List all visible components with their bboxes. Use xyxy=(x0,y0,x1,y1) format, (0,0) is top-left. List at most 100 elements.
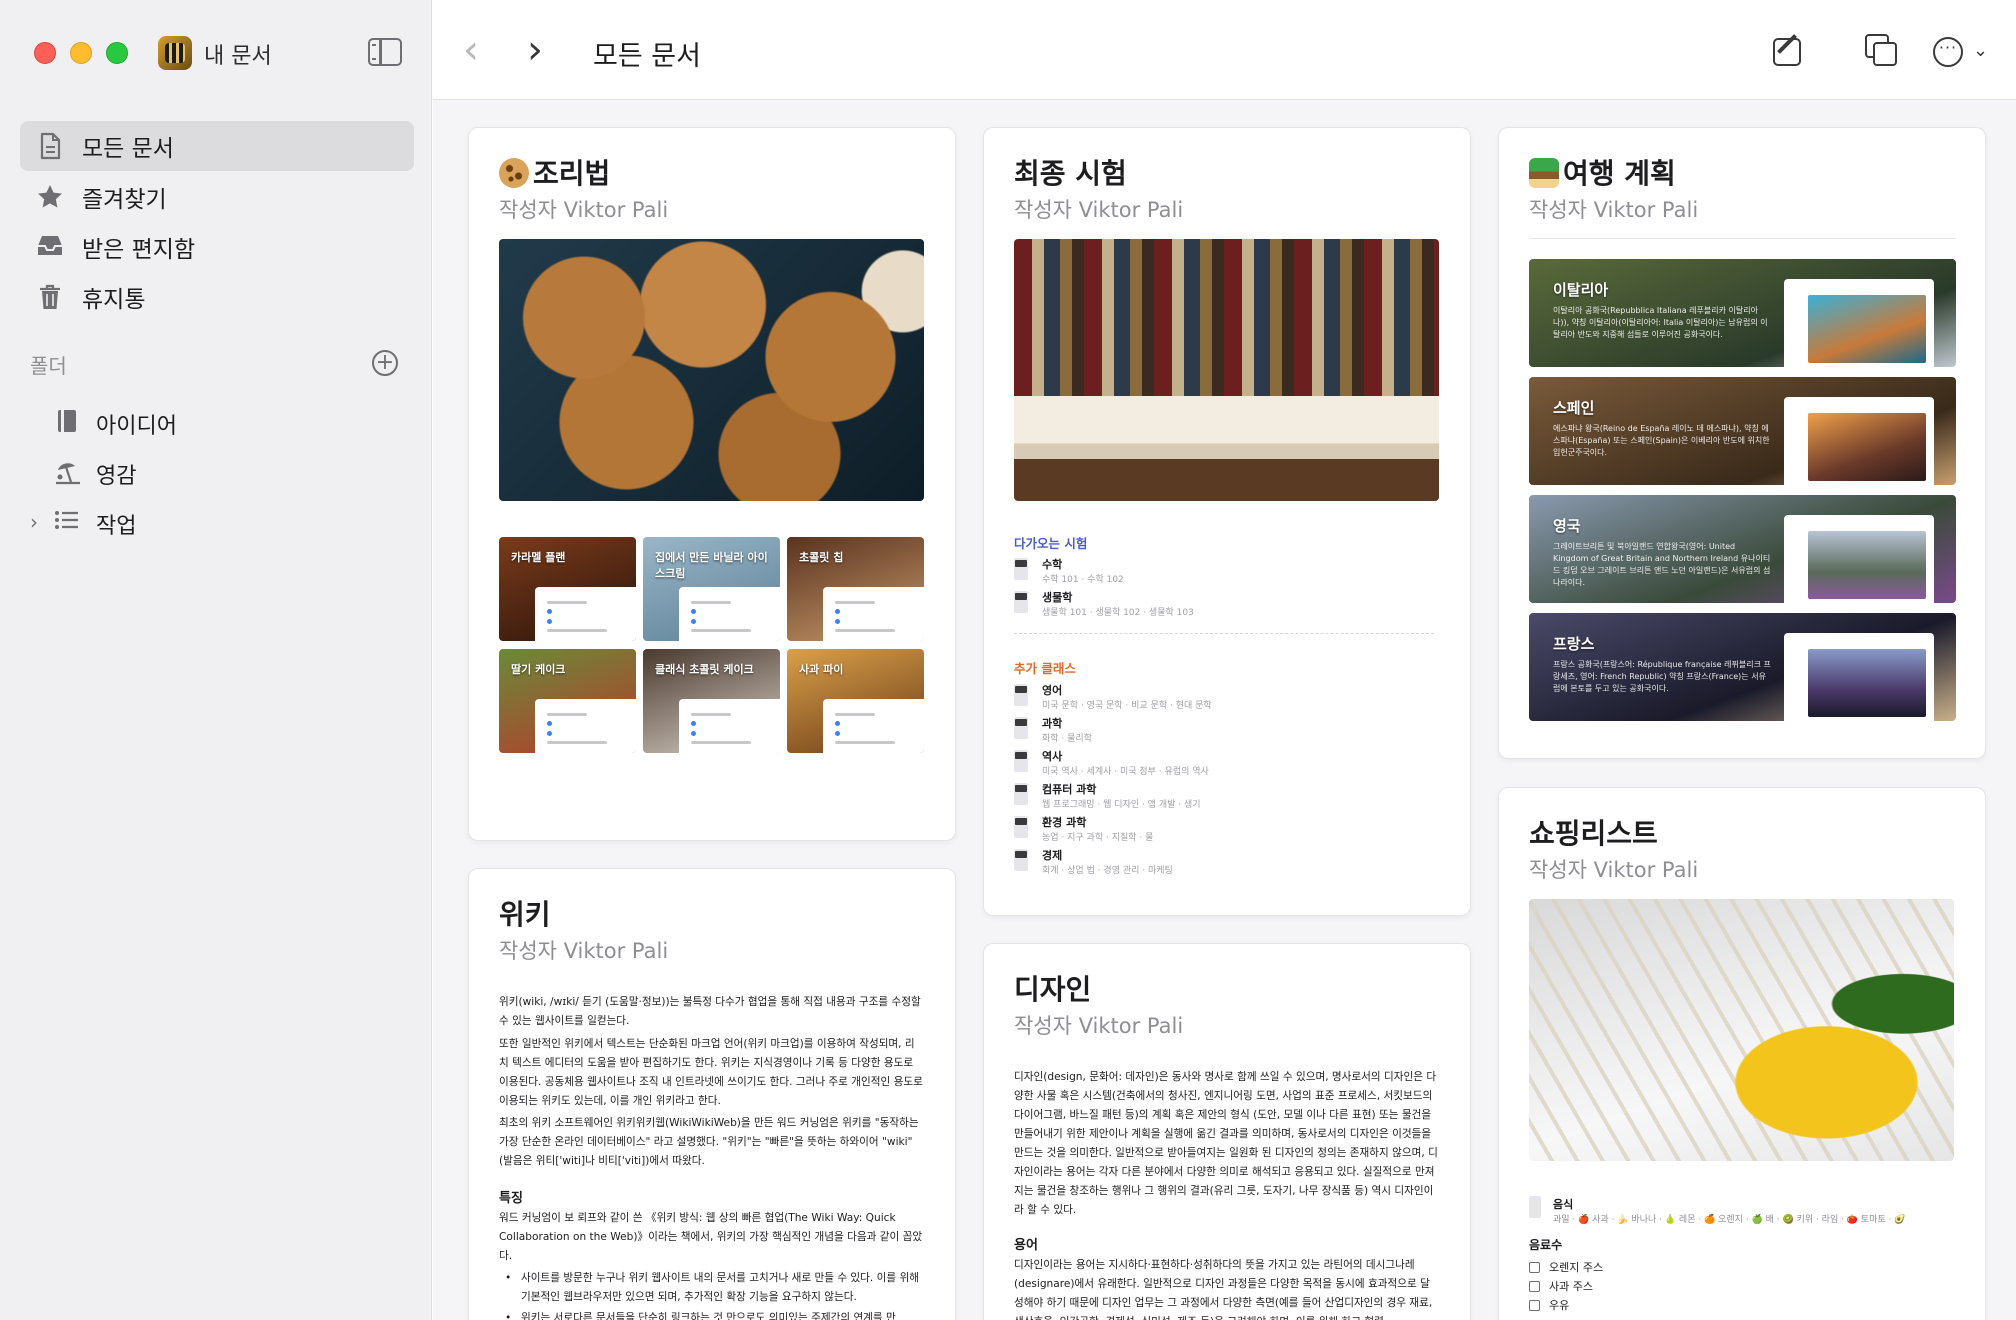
trash-icon xyxy=(36,283,64,311)
document-icon xyxy=(1014,684,1028,706)
list-item: 영어 미국 문학 · 영국 문학 · 비교 문학 · 현대 문학 xyxy=(1014,682,1434,715)
notebook-icon xyxy=(54,408,80,434)
wiki-heading-features: 특징 xyxy=(499,1191,523,1206)
wiki-paragraph-3: 최초의 위키 소프트웨어인 위키위키웹(WikiWikiWeb)을 만든 워드 … xyxy=(499,1117,919,1167)
document-icon xyxy=(1529,1196,1541,1218)
palm-island-icon xyxy=(1529,158,1559,188)
list-item: 수학 수학 101 · 수학 102 xyxy=(1014,556,1434,589)
titlebar-left: 내 문서 xyxy=(0,0,432,100)
folders-header: 폴더 xyxy=(30,354,67,378)
recipe-tile: 집에서 만든 바닐라 아이스크림 xyxy=(643,537,780,641)
document-icon xyxy=(36,132,64,160)
list-icon xyxy=(54,508,80,534)
design-paragraph-1: 디자인(design, 문화어: 데자인)은 동사와 명사로 함께 쓰일 수 있… xyxy=(1014,1071,1438,1216)
upcoming-exams-heading: 다가오는 시험 xyxy=(1014,536,1088,551)
inbox-tray-icon xyxy=(36,233,64,261)
sidebar-item-favorites[interactable]: 즐겨찾기 xyxy=(20,172,414,222)
checkbox-label: 오렌지 주스 xyxy=(1549,1261,1604,1274)
ellipsis-circle-icon[interactable]: ··· xyxy=(1933,37,1963,67)
card-author: 작성자 Viktor Pali xyxy=(499,198,669,222)
chevron-right-icon[interactable]: › xyxy=(527,30,543,70)
document-card-design[interactable]: 디자인 작성자 Viktor Pali 디자인(design, 문화어: 데자인… xyxy=(983,943,1471,1320)
recipe-tile: 사과 파이 xyxy=(787,649,924,753)
trip-spain: 스페인 에스파냐 왕국(Reino de España 레이노 데 에스파냐),… xyxy=(1529,377,1956,485)
chevron-right-icon[interactable]: › xyxy=(30,510,38,534)
document-icon xyxy=(1014,717,1028,739)
recipe-tile: 클래식 초콜릿 케이크 xyxy=(643,649,780,753)
card-title: 디자인 xyxy=(1014,973,1092,1006)
sidebar-item-all-documents[interactable]: 모든 문서 xyxy=(20,121,414,171)
lemons-bag-photo xyxy=(1529,899,1954,1161)
sidebar-item-label: 휴지통 xyxy=(82,287,146,313)
folder-item-ideas[interactable]: 아이디어 xyxy=(30,400,410,444)
card-title: 위키 xyxy=(499,898,551,931)
extra-classes-heading: 추가 클래스 xyxy=(1014,661,1076,676)
list-item: 역사 미국 역사 · 세계사 · 미국 정부 · 유럽의 역사 xyxy=(1014,748,1434,781)
trip-italy: 이탈리아 이탈리아 공화국(Repubblica Italiana 레푸블리카 … xyxy=(1529,259,1956,367)
folder-item-inspiration[interactable]: 영감 xyxy=(30,450,410,494)
main-area: ‹ › 모든 문서 ··· ⌄ 조리법 작성자 Viktor Pali 카라멜 … xyxy=(433,0,2016,1320)
checkbox[interactable] xyxy=(1529,1262,1540,1273)
card-title: 최종 시험 xyxy=(1014,157,1127,190)
sidebar-item-inbox[interactable]: 받은 편지함 xyxy=(20,222,414,272)
document-icon xyxy=(1014,849,1028,871)
document-card-shopping-list[interactable]: 쇼핑리스트 작성자 Viktor Pali 음식 과일 · 🍎 사과 · 🍌 바… xyxy=(1498,787,1986,1320)
sidebar: 내 문서 모든 문서 즐겨찾기 받은 편지함 휴지통 폴더 + 아이디어 영감 … xyxy=(0,0,432,1320)
checkbox[interactable] xyxy=(1529,1300,1540,1311)
close-window-button[interactable] xyxy=(34,42,56,64)
add-folder-button[interactable]: + xyxy=(372,350,398,376)
toolbar: ‹ › 모든 문서 ··· ⌄ xyxy=(433,0,2016,100)
cookies-photo xyxy=(499,239,924,501)
card-title: 쇼핑리스트 xyxy=(1529,817,1658,850)
wiki-paragraph-4: 워드 커닝엄이 보 뢰프와 같이 쓴 《위키 방식: 웹 상의 빠른 협업(Th… xyxy=(499,1212,923,1262)
minimize-window-button[interactable] xyxy=(70,42,92,64)
document-card-wiki[interactable]: 위키 작성자 Viktor Pali 위키(wiki, /wɪki/ 듣기 (도… xyxy=(468,868,956,1320)
checkbox-label: 사과 주스 xyxy=(1549,1280,1593,1293)
document-icon xyxy=(1014,558,1028,580)
document-card-recipes[interactable]: 조리법 작성자 Viktor Pali 카라멜 플랜 집에서 만든 바닐라 아이… xyxy=(468,127,956,841)
list-item: 환경 과학 농업 · 지구 과학 · 지질학 · 물 xyxy=(1014,814,1434,847)
card-author: 작성자 Viktor Pali xyxy=(499,939,669,963)
folder-item-work[interactable]: › 작업 xyxy=(30,500,410,544)
chevron-left-icon[interactable]: ‹ xyxy=(463,30,479,70)
card-author: 작성자 Viktor Pali xyxy=(1529,198,1699,222)
document-card-travel-plan[interactable]: 여행 계획 작성자 Viktor Pali 이탈리아 이탈리아 공화국(Repu… xyxy=(1498,127,1986,759)
design-heading-term: 용어 xyxy=(1014,1238,1038,1253)
list-item: 과학 화학 · 물리학 xyxy=(1014,715,1434,748)
chevron-down-icon[interactable]: ⌄ xyxy=(1973,40,1988,61)
folder-label: 아이디어 xyxy=(96,414,177,439)
beach-umbrella-icon xyxy=(54,458,80,485)
duplicate-icon[interactable] xyxy=(1865,34,1899,68)
card-title: 여행 계획 xyxy=(1529,152,1676,192)
compose-icon[interactable] xyxy=(1773,38,1801,66)
trip-france: 프랑스 프랑스 공화국(프랑스어: République française 레… xyxy=(1529,613,1956,721)
document-card-final-exam[interactable]: 최종 시험 작성자 Viktor Pali 다가오는 시험 수학 수학 101 ·… xyxy=(983,127,1471,916)
folder-label: 작업 xyxy=(96,514,137,539)
card-author: 작성자 Viktor Pali xyxy=(1529,858,1699,882)
star-icon xyxy=(36,183,64,211)
page-title: 모든 문서 xyxy=(593,41,701,72)
design-paragraph-2: 디자인이라는 용어는 지시하다·표현하다·성취하다의 뜻을 가지고 있는 라틴어… xyxy=(1014,1259,1433,1320)
drinks-heading: 음료수 xyxy=(1529,1238,1563,1252)
recipe-tile: 초콜릿 칩 xyxy=(787,537,924,641)
recipe-tile: 딸기 케이크 xyxy=(499,649,636,753)
sidebar-item-label: 모든 문서 xyxy=(82,136,174,162)
card-author: 작성자 Viktor Pali xyxy=(1014,198,1184,222)
wiki-paragraph-2: 또한 일반적인 위키에서 텍스트는 단순화된 마크업 언어(위키 마크업)를 이… xyxy=(499,1038,923,1107)
card-title: 조리법 xyxy=(499,152,610,192)
sidebar-toggle-icon[interactable] xyxy=(368,38,402,66)
recipe-tile: 카라멜 플랜 xyxy=(499,537,636,641)
folder-label: 영감 xyxy=(96,464,137,489)
wiki-paragraph-1: 위키(wiki, /wɪki/ 듣기 (도움말·정보))는 불특정 다수가 협업… xyxy=(499,996,921,1027)
sidebar-item-trash[interactable]: 휴지통 xyxy=(20,272,414,322)
document-icon xyxy=(1014,750,1028,772)
open-book-photo xyxy=(1014,239,1439,501)
card-author: 작성자 Viktor Pali xyxy=(1014,1014,1184,1038)
zoom-window-button[interactable] xyxy=(106,42,128,64)
document-icon xyxy=(1014,816,1028,838)
checkbox[interactable] xyxy=(1529,1281,1540,1292)
cookie-icon xyxy=(499,158,529,188)
list-item: 컴퓨터 과학 웹 프로그래밍 · 웹 디자인 · 앱 개발 · 생기 xyxy=(1014,781,1434,814)
list-item: 생물학 생물학 101 · 생물학 102 · 생물학 103 xyxy=(1014,589,1434,622)
list-item: 경제 회계 · 상업 법 · 경영 관리 · 마케팅 xyxy=(1014,847,1434,880)
